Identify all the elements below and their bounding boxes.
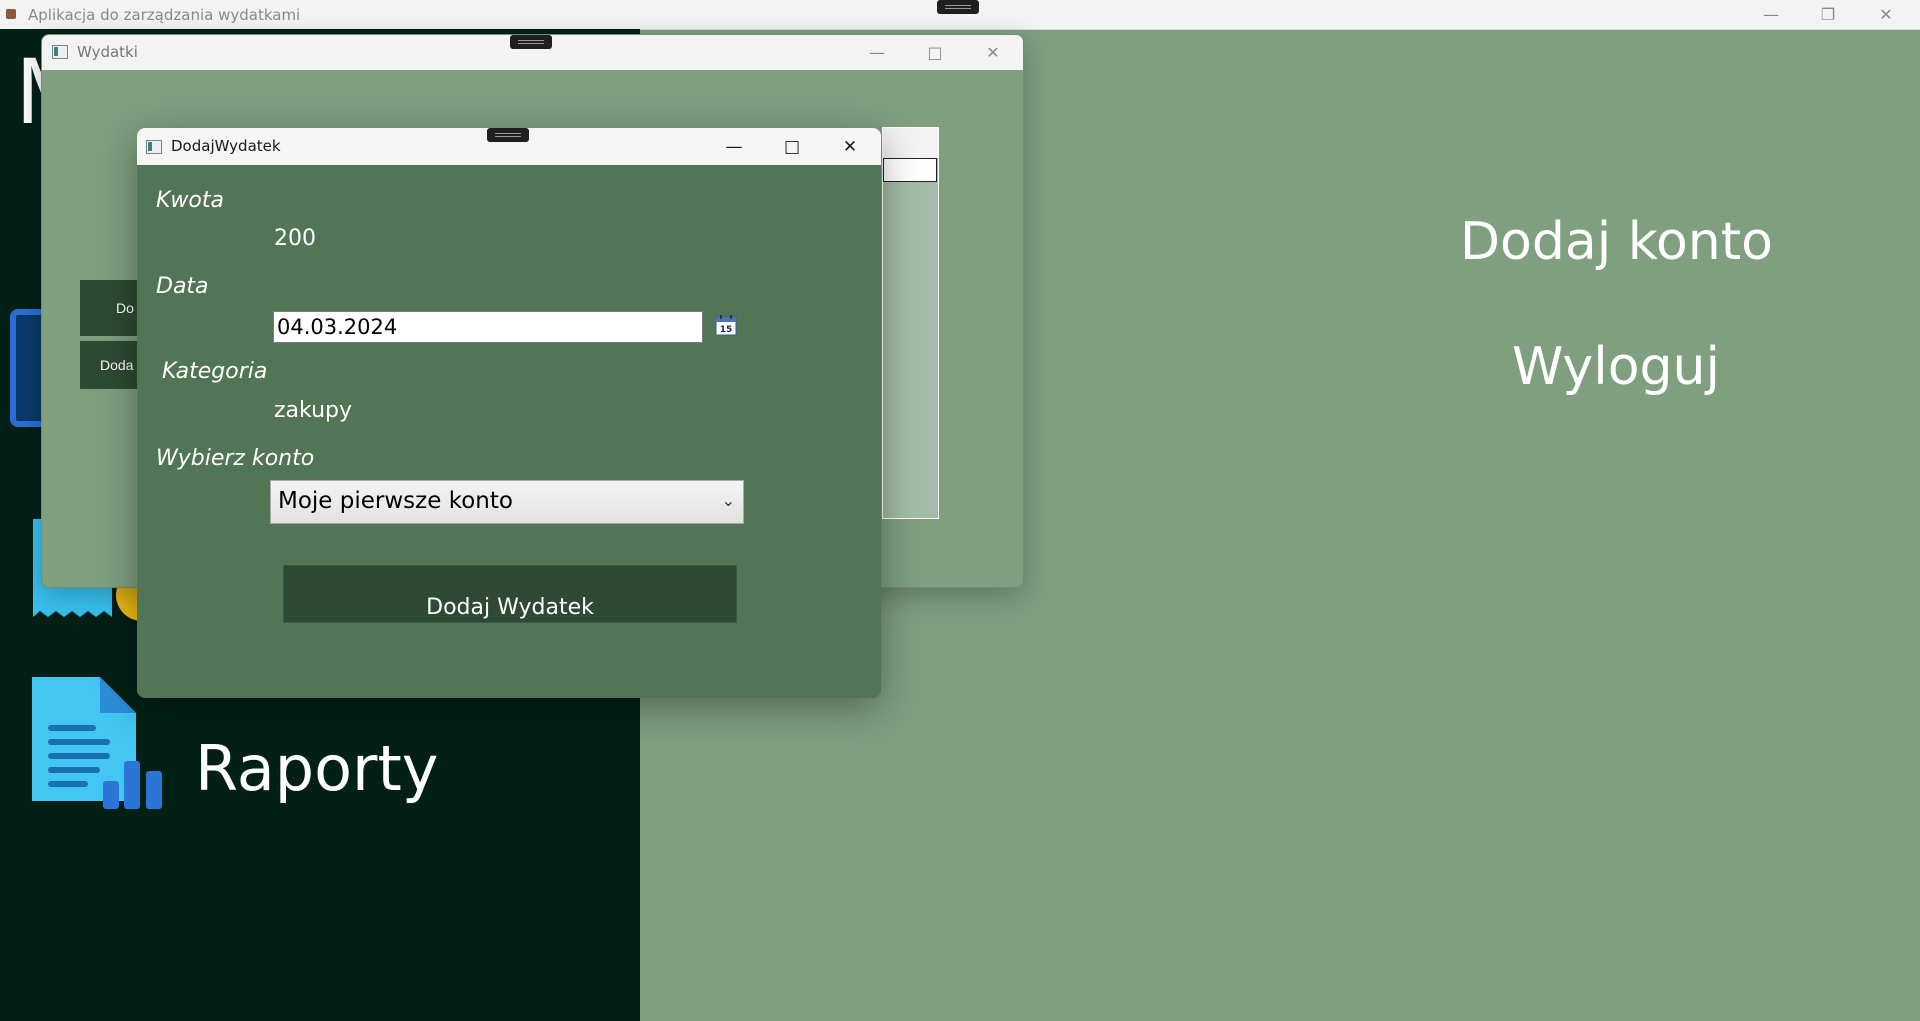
wydatki-title-bar: Wydatki — □ ✕ — [42, 35, 1023, 70]
window-icon — [146, 140, 162, 154]
expenses-list[interactable] — [882, 127, 939, 519]
add-expense-dialog: DodajWydatek — □ ✕ Kwota 200 Data 04.03.… — [137, 128, 881, 698]
list-row[interactable] — [883, 158, 937, 182]
side-button-2-label: Doda — [100, 357, 134, 373]
wydatki-window-title: Wydatki — [77, 43, 138, 61]
wydatki-side-button-2[interactable]: Doda — [80, 341, 140, 389]
snap-grip-handle[interactable] — [937, 0, 979, 14]
close-icon[interactable]: ✕ — [1863, 0, 1909, 29]
minimize-icon[interactable]: — — [711, 128, 757, 165]
calendar-day-number: 15 — [720, 325, 733, 335]
amount-label: Kwota — [156, 188, 224, 213]
snap-grip-handle[interactable] — [487, 128, 529, 142]
window-icon — [52, 45, 68, 59]
restore-icon[interactable]: ❐ — [1805, 0, 1851, 29]
category-value: zakupy — [274, 398, 353, 423]
app-icon — [6, 9, 16, 19]
date-field[interactable]: 04.03.2024 — [273, 311, 703, 343]
maximize-icon[interactable]: □ — [769, 128, 815, 165]
maximize-icon[interactable]: □ — [912, 38, 958, 67]
list-header — [883, 128, 938, 158]
main-title-bar: Aplikacja do zarządzania wydatkami — ❐ ✕ — [0, 0, 1920, 30]
close-icon[interactable]: ✕ — [970, 38, 1016, 67]
wydatki-side-button-1[interactable]: Do — [80, 280, 140, 336]
category-label: Kategoria — [162, 359, 268, 384]
add-expense-button[interactable]: Dodaj Wydatek — [283, 565, 737, 623]
account-label: Wybierz konto — [156, 446, 315, 471]
account-selected-value: Moje pierwsze konto — [278, 488, 513, 514]
minimize-icon[interactable]: — — [854, 38, 900, 67]
logout-link[interactable]: Wyloguj — [1512, 337, 1720, 397]
dialog-title: DodajWydatek — [171, 137, 281, 155]
amount-value: 200 — [274, 226, 316, 251]
minimize-icon[interactable]: — — [1748, 0, 1794, 29]
add-account-link[interactable]: Dodaj konto — [1460, 212, 1773, 272]
add-expense-button-label: Dodaj Wydatek — [426, 595, 594, 620]
chevron-down-icon: ⌄ — [721, 491, 735, 510]
main-window-title: Aplikacja do zarządzania wydatkami — [28, 6, 301, 24]
snap-grip-handle[interactable] — [510, 35, 552, 49]
calendar-icon[interactable]: 15 — [715, 314, 737, 336]
close-icon[interactable]: ✕ — [827, 128, 873, 165]
side-button-1-label: Do — [116, 300, 134, 316]
dialog-title-bar: DodajWydatek — □ ✕ — [137, 128, 881, 165]
reports-label[interactable]: Raporty — [195, 732, 439, 805]
date-label: Data — [156, 274, 209, 299]
account-select[interactable]: Moje pierwsze konto ⌄ — [270, 480, 744, 524]
